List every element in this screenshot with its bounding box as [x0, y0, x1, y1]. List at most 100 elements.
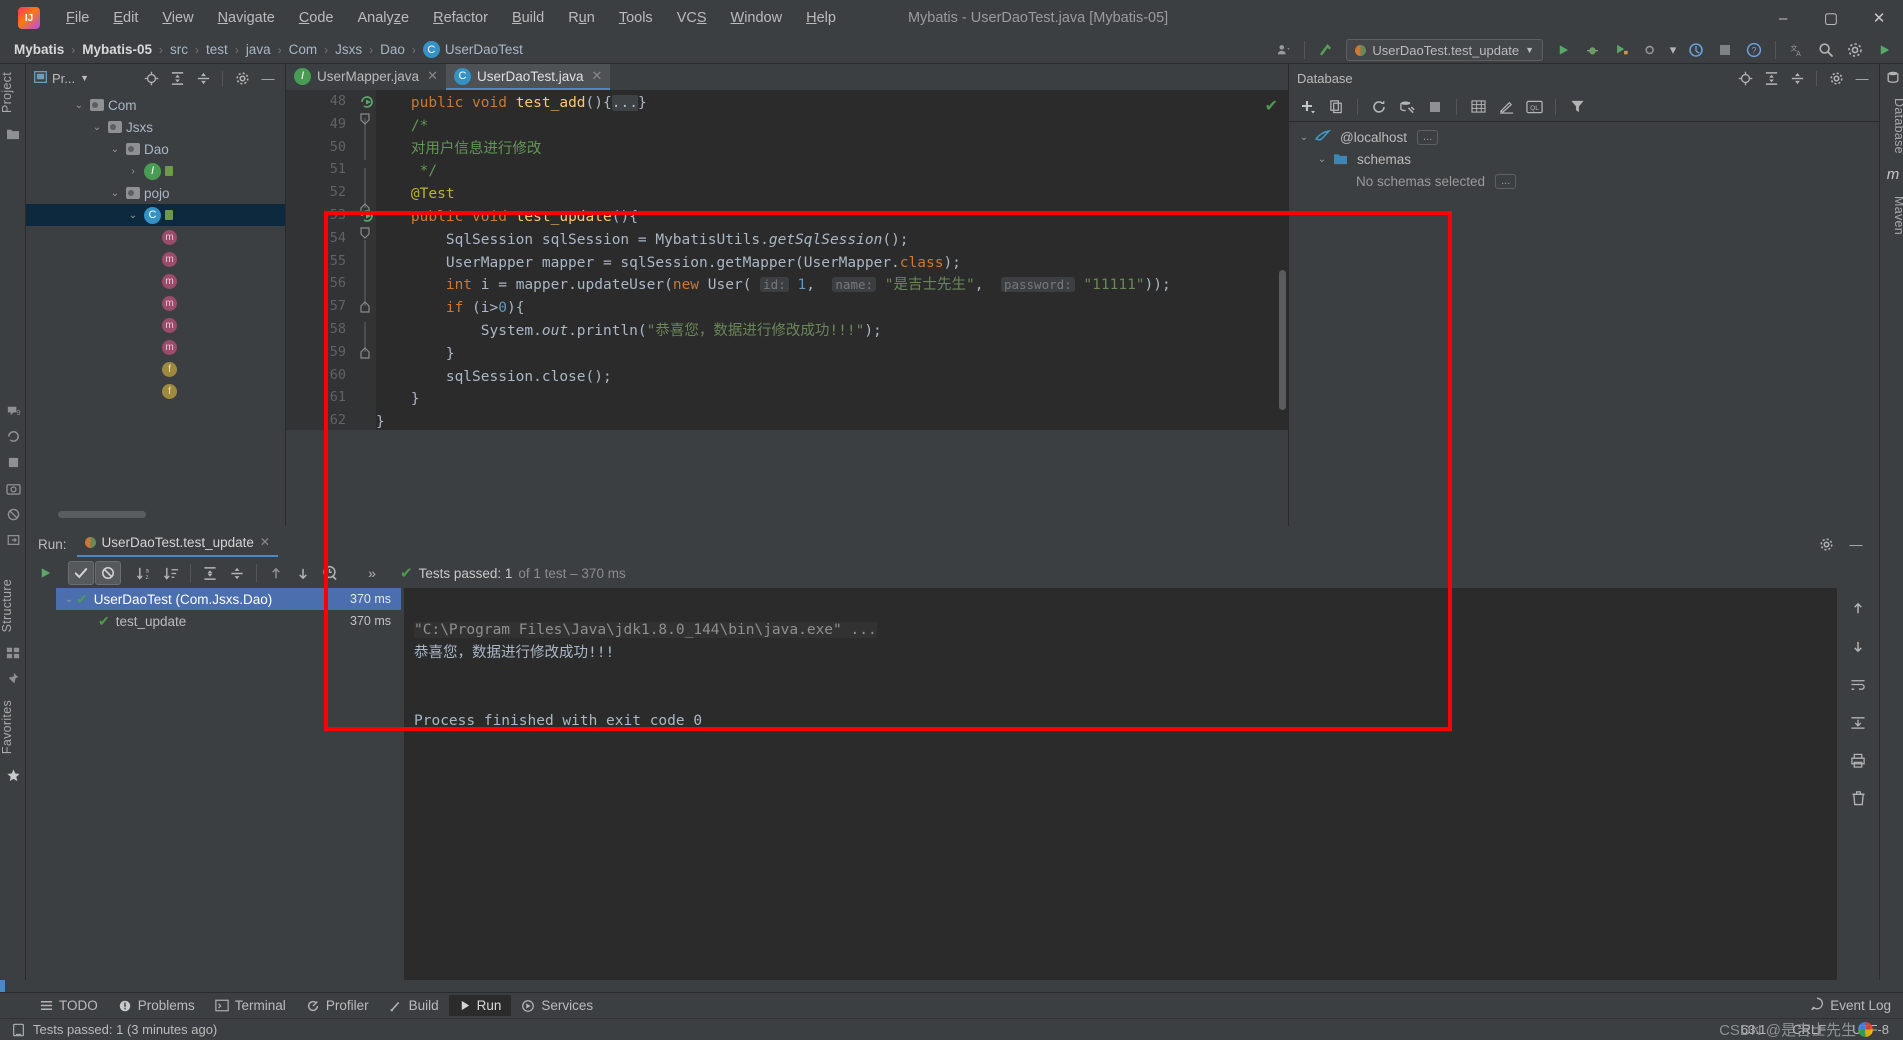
- camera-icon[interactable]: [0, 475, 26, 501]
- sidebar-item-favorites[interactable]: Favorites: [0, 692, 26, 762]
- bottom-bar-item-profiler[interactable]: Profiler: [296, 995, 379, 1016]
- menu-item-edit[interactable]: Edit: [101, 6, 150, 30]
- bottom-bar-item-services[interactable]: Services: [511, 995, 603, 1016]
- breadcrumb-item-userdaotest[interactable]: C UserDaoTest: [422, 41, 523, 58]
- attach-debugger-icon[interactable]: [1683, 38, 1709, 62]
- editor-tab-userdaotest-java[interactable]: C UserDaoTest.java ✕: [445, 64, 611, 90]
- code-editor[interactable]: 48 49 50 51 52 53 54 55 56 57 58 59 60 61 62 public vo…: [286, 90, 1288, 430]
- project-tree-node[interactable]: ⌄ Com: [26, 94, 285, 116]
- copy-icon[interactable]: [1323, 95, 1349, 119]
- menu-item-view[interactable]: View: [150, 6, 205, 30]
- gear-icon[interactable]: [229, 66, 255, 90]
- breadcrumb-item-src[interactable]: src: [170, 42, 188, 57]
- stop-icon[interactable]: [0, 449, 26, 475]
- project-tree-node[interactable]: ⌄ Dao: [26, 138, 285, 160]
- soft-wrap-icon[interactable]: [1845, 672, 1871, 696]
- debug-icon[interactable]: [1579, 38, 1605, 62]
- chevron-icon[interactable]: ⌄: [1297, 132, 1311, 143]
- table-icon[interactable]: [1465, 95, 1491, 119]
- close-button[interactable]: ✕: [1855, 0, 1903, 36]
- project-tree-node[interactable]: m: [26, 336, 285, 358]
- editor-scrollbar[interactable]: [1279, 270, 1286, 410]
- expand-all-icon[interactable]: [1758, 66, 1784, 90]
- restore-layout-icon[interactable]: [0, 527, 26, 553]
- search-icon[interactable]: [1813, 38, 1839, 62]
- hide-panel-icon[interactable]: —: [255, 66, 281, 90]
- gear-icon[interactable]: [1823, 66, 1849, 90]
- menu-item-refactor[interactable]: Refactor: [421, 6, 500, 30]
- scroll-up-icon[interactable]: [1845, 596, 1871, 620]
- console-output[interactable]: "C:\Program Files\Java\jdk1.8.0_144\bin\…: [404, 588, 1837, 980]
- locate-icon[interactable]: [138, 66, 164, 90]
- chevron-icon[interactable]: ⌄: [72, 100, 86, 111]
- chevron-down-icon[interactable]: ▾: [1666, 38, 1680, 62]
- project-tree-node[interactable]: m: [26, 292, 285, 314]
- inspection-status-icon[interactable]: ✔: [1265, 96, 1278, 116]
- sidebar-item-maven[interactable]: Maven: [1880, 188, 1903, 243]
- test-history-button[interactable]: [317, 561, 343, 585]
- refresh-icon[interactable]: [1366, 95, 1392, 119]
- project-tree-node[interactable]: ⌄ pojo: [26, 182, 285, 204]
- bottom-bar-item-build[interactable]: Build: [379, 995, 449, 1016]
- sidebar-item-database[interactable]: Database: [1880, 90, 1903, 162]
- chevron-icon[interactable]: ⌄: [108, 188, 122, 199]
- test-tree-row[interactable]: ✔ test_update 370 ms: [56, 610, 401, 632]
- database-icon[interactable]: [1880, 64, 1903, 90]
- chevron-icon[interactable]: ⌄: [126, 210, 140, 221]
- chevron-icon[interactable]: ›: [126, 166, 140, 177]
- structure-icon[interactable]: [0, 640, 26, 666]
- code-text[interactable]: public void test_add(){...} /* 对用户信息进行修改…: [376, 90, 1288, 430]
- menu-item-tools[interactable]: Tools: [607, 6, 665, 30]
- clear-all-icon[interactable]: [1845, 786, 1871, 810]
- ellipsis-button[interactable]: ...: [1417, 129, 1439, 145]
- expand-all-button[interactable]: [197, 561, 223, 585]
- edit-icon[interactable]: [1493, 95, 1519, 119]
- sort-by-duration-button[interactable]: [158, 561, 184, 585]
- chevron-down-icon[interactable]: ▼: [1525, 45, 1534, 55]
- translate-icon[interactable]: 文A: [1784, 38, 1810, 62]
- next-failed-test-button[interactable]: [290, 561, 316, 585]
- pin-icon[interactable]: [0, 666, 26, 692]
- menu-item-file[interactable]: File: [54, 6, 101, 30]
- chevron-icon[interactable]: ⌄: [1315, 154, 1329, 165]
- hide-panel-icon[interactable]: —: [1843, 532, 1869, 556]
- rerun-button[interactable]: [32, 561, 58, 585]
- menu-item-help[interactable]: Help: [794, 6, 848, 30]
- star-icon[interactable]: [0, 763, 26, 789]
- expand-all-icon[interactable]: [164, 66, 190, 90]
- bottom-bar-item-problems[interactable]: Problems: [108, 995, 205, 1016]
- filter-icon[interactable]: [1564, 95, 1590, 119]
- debug-reload-icon[interactable]: [0, 423, 26, 449]
- breadcrumb-item-jsxs[interactable]: Jsxs: [335, 42, 362, 57]
- scroll-to-end-icon[interactable]: [1845, 710, 1871, 734]
- sort-alphabetically-button[interactable]: az: [131, 561, 157, 585]
- database-tree-node[interactable]: ⌄ schemas: [1289, 148, 1879, 170]
- breadcrumb-item-java[interactable]: java: [246, 42, 271, 57]
- previous-failed-test-button[interactable]: [263, 561, 289, 585]
- run-test-gutter-icon[interactable]: [360, 95, 374, 109]
- event-log-button[interactable]: Event Log: [1810, 997, 1891, 1014]
- sidebar-item-project[interactable]: Project: [0, 64, 26, 121]
- project-tree-node[interactable]: m: [26, 314, 285, 336]
- chevron-down-icon[interactable]: ▼: [80, 73, 89, 83]
- hide-panel-icon[interactable]: —: [1849, 66, 1875, 90]
- datasource-properties-icon[interactable]: [1394, 95, 1420, 119]
- stop-button[interactable]: [1712, 38, 1738, 62]
- run-with-coverage-icon[interactable]: [1608, 38, 1634, 62]
- chevron-icon[interactable]: ⌄: [62, 594, 76, 605]
- project-tree-node[interactable]: › I: [26, 160, 285, 182]
- test-tree-row[interactable]: ⌄ ✔ UserDaoTest (Com.Jsxs.Dao) 370 ms: [56, 588, 401, 610]
- close-icon[interactable]: ✕: [592, 68, 603, 84]
- breadcrumb-item-test[interactable]: test: [206, 42, 228, 57]
- profile-dropdown-icon[interactable]: [1637, 38, 1663, 62]
- maximize-button[interactable]: ▢: [1807, 0, 1855, 36]
- scroll-down-icon[interactable]: [1845, 634, 1871, 658]
- bottom-bar-item-terminal[interactable]: Terminal: [205, 995, 296, 1016]
- gear-icon[interactable]: [1813, 532, 1839, 556]
- breadcrumb-item-dao[interactable]: Dao: [380, 42, 405, 57]
- mute-breakpoints-icon[interactable]: [0, 501, 26, 527]
- collapse-all-icon[interactable]: [1784, 66, 1810, 90]
- menu-item-vcs[interactable]: VCS: [665, 6, 719, 30]
- show-passed-toggle[interactable]: [68, 561, 94, 585]
- more-options-button[interactable]: »: [359, 561, 385, 585]
